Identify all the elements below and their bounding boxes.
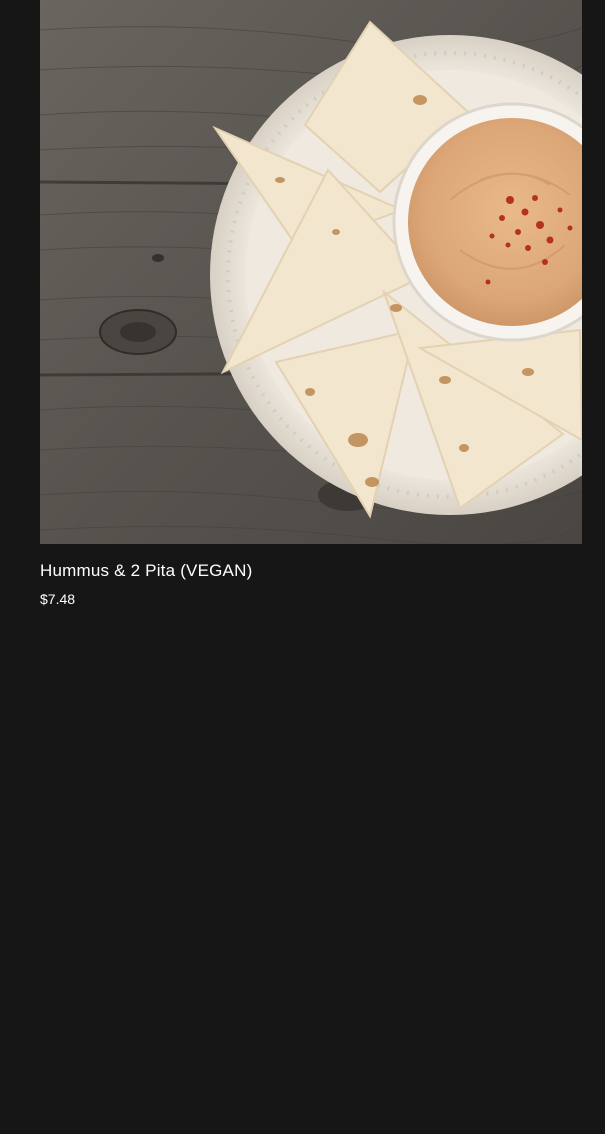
product-price: $7.48 bbox=[40, 591, 76, 607]
hummus-pita-photo bbox=[40, 0, 582, 544]
product-name[interactable]: Hummus & 2 Pita (VEGAN) bbox=[40, 560, 582, 582]
product-card[interactable]: Hummus & 2 Pita (VEGAN) $7.48 bbox=[40, 0, 582, 608]
product-image[interactable] bbox=[40, 0, 582, 544]
